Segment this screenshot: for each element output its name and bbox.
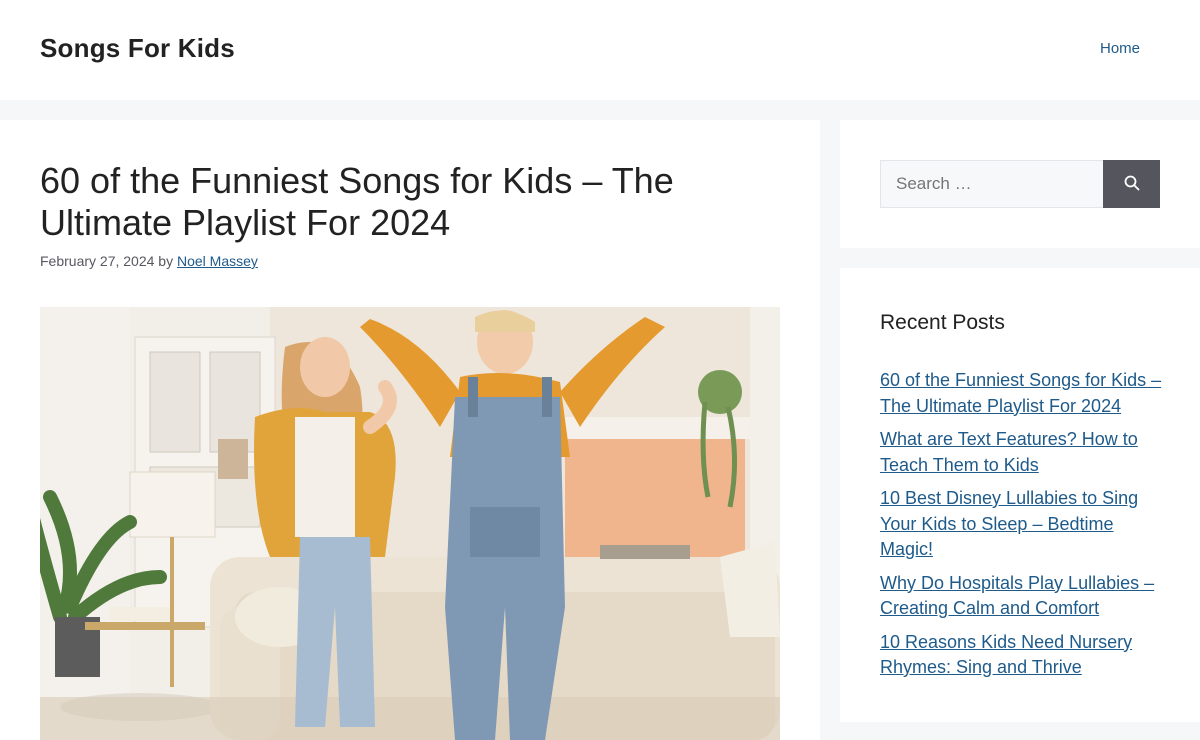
list-item: Why Do Hospitals Play Lullabies – Creati… — [880, 571, 1170, 622]
site-header: Songs For Kids Home — [0, 0, 1200, 100]
recent-post-link[interactable]: 10 Reasons Kids Need Nursery Rhymes: Sin… — [880, 632, 1132, 678]
list-item: 10 Reasons Kids Need Nursery Rhymes: Sin… — [880, 630, 1170, 681]
recent-posts-heading: Recent Posts — [880, 311, 1005, 334]
post-title: 60 of the Funniest Songs for Kids – The … — [40, 160, 674, 243]
main-content: 60 of the Funniest Songs for Kids – The … — [0, 120, 820, 740]
site-title[interactable]: Songs For Kids — [40, 33, 235, 64]
recent-post-link[interactable]: What are Text Features? How to Teach The… — [880, 429, 1138, 475]
post-by-label: by — [158, 253, 174, 269]
search-widget — [840, 120, 1200, 248]
list-item: What are Text Features? How to Teach The… — [880, 427, 1170, 478]
search-button[interactable] — [1103, 160, 1160, 208]
recent-posts-widget: Recent Posts 60 of the Funniest Songs fo… — [840, 268, 1200, 722]
featured-image — [40, 307, 780, 740]
recent-post-link[interactable]: Why Do Hospitals Play Lullabies – Creati… — [880, 573, 1154, 619]
search-icon — [1124, 175, 1140, 194]
search-input[interactable] — [880, 160, 1104, 208]
nav-item-home[interactable]: Home — [1100, 40, 1140, 57]
post-date: February 27, 2024 — [40, 253, 155, 269]
recent-post-link[interactable]: 10 Best Disney Lullabies to Sing Your Ki… — [880, 488, 1138, 559]
list-item: 10 Best Disney Lullabies to Sing Your Ki… — [880, 486, 1170, 563]
recent-posts-list: 60 of the Funniest Songs for Kids – The … — [880, 368, 1170, 689]
recent-post-link[interactable]: 60 of the Funniest Songs for Kids – The … — [880, 370, 1161, 416]
post-meta: February 27, 2024 by Noel Massey — [40, 253, 258, 269]
list-item: 60 of the Funniest Songs for Kids – The … — [880, 368, 1170, 419]
post-author-link[interactable]: Noel Massey — [177, 253, 258, 269]
